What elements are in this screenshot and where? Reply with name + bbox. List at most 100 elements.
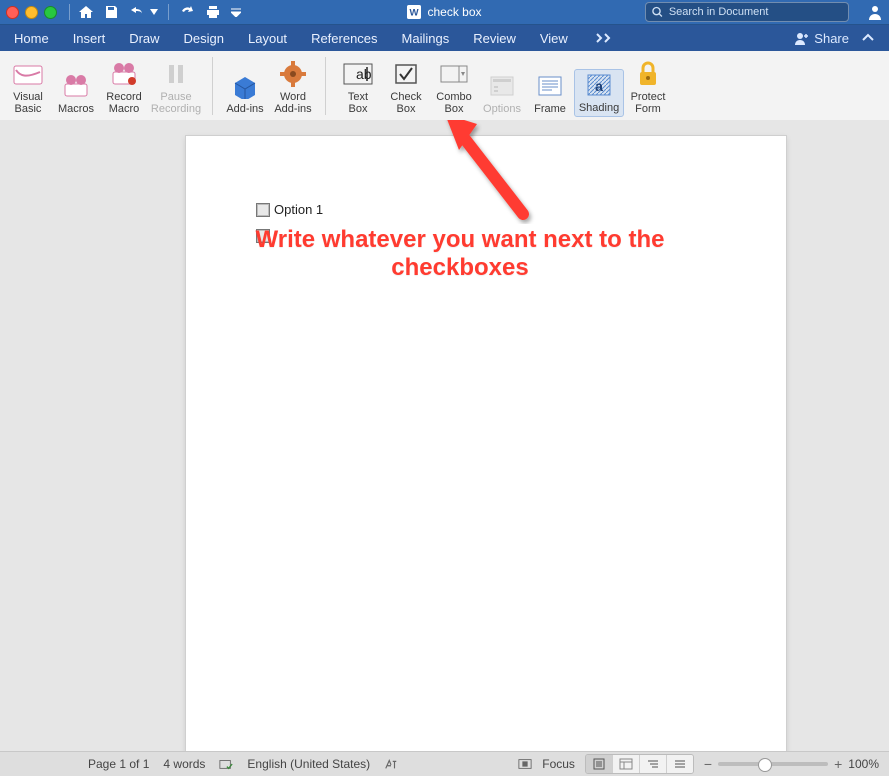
pause-recording-button: Pause Recording <box>148 59 204 117</box>
tab-design[interactable]: Design <box>184 31 224 46</box>
frame-label: Frame <box>534 103 566 115</box>
print-icon[interactable] <box>205 5 221 19</box>
text-box-icon: ab <box>343 59 373 89</box>
word-addins-label: Word Add-ins <box>274 91 311 115</box>
draft-view-icon[interactable] <box>667 755 693 773</box>
shading-button[interactable]: a Shading <box>574 69 624 117</box>
record-macro-icon <box>109 59 139 89</box>
navigation-gutter <box>0 120 78 752</box>
view-mode-switch[interactable] <box>585 754 694 774</box>
word-addins-button[interactable]: Word Add-ins <box>269 59 317 117</box>
qat-customize-icon[interactable] <box>231 7 241 17</box>
window-close-button[interactable] <box>6 6 19 19</box>
visual-basic-button[interactable]: Visual Basic <box>4 59 52 117</box>
word-addins-icon <box>278 59 308 89</box>
accessibility-icon[interactable] <box>384 757 398 771</box>
word-app-icon: W <box>407 5 421 19</box>
search-icon <box>652 6 663 18</box>
search-input[interactable] <box>667 5 842 19</box>
zoom-slider[interactable] <box>718 762 828 766</box>
separator <box>325 57 326 115</box>
record-macro-label: Record Macro <box>106 91 141 115</box>
document-title-text: check box <box>427 5 481 19</box>
combo-box-icon <box>439 59 469 89</box>
status-page[interactable]: Page 1 of 1 <box>88 757 149 771</box>
status-word-count[interactable]: 4 words <box>163 757 205 771</box>
focus-mode-icon[interactable] <box>518 757 532 771</box>
form-checkbox-icon[interactable] <box>256 229 270 243</box>
form-checkbox-line-2[interactable] <box>256 229 716 243</box>
zoom-out-button[interactable]: − <box>704 756 712 772</box>
options-button: Options <box>478 71 526 117</box>
zoom-slider-thumb[interactable] <box>758 758 772 772</box>
macros-icon <box>61 71 91 101</box>
zoom-in-button[interactable]: + <box>834 756 842 772</box>
spellcheck-icon[interactable] <box>219 757 233 771</box>
addins-button[interactable]: Add-ins <box>221 71 269 117</box>
frame-icon <box>535 71 565 101</box>
share-label: Share <box>814 31 849 46</box>
window-zoom-button[interactable] <box>44 6 57 19</box>
combo-box-label: Combo Box <box>436 91 471 115</box>
tab-layout[interactable]: Layout <box>248 31 287 46</box>
undo-icon[interactable] <box>128 5 146 19</box>
tab-review[interactable]: Review <box>473 31 516 46</box>
undo-dropdown-icon[interactable] <box>150 9 158 15</box>
text-box-button[interactable]: ab Text Box <box>334 59 382 117</box>
check-box-button[interactable]: Check Box <box>382 59 430 117</box>
separator <box>212 57 213 115</box>
outline-view-icon[interactable] <box>640 755 667 773</box>
tab-references[interactable]: References <box>311 31 377 46</box>
record-macro-button[interactable]: Record Macro <box>100 59 148 117</box>
pause-recording-label: Pause Recording <box>151 91 201 115</box>
home-icon[interactable] <box>78 5 94 19</box>
visual-basic-label: Visual Basic <box>13 91 43 115</box>
focus-label[interactable]: Focus <box>542 757 575 771</box>
frame-button[interactable]: Frame <box>526 71 574 117</box>
search-in-document[interactable] <box>645 2 849 22</box>
zoom-percent[interactable]: 100% <box>848 757 879 771</box>
tab-insert[interactable]: Insert <box>73 31 106 46</box>
protect-form-icon <box>633 59 663 89</box>
tab-mailings[interactable]: Mailings <box>402 31 450 46</box>
separator <box>168 4 169 20</box>
separator <box>69 4 70 20</box>
shading-icon: a <box>584 70 614 100</box>
options-label: Options <box>483 103 521 115</box>
redo-icon[interactable] <box>179 5 195 19</box>
window-minimize-button[interactable] <box>25 6 38 19</box>
pause-recording-icon <box>161 59 191 89</box>
addins-label: Add-ins <box>226 103 263 115</box>
form-checkbox-icon[interactable] <box>256 203 270 217</box>
document-canvas[interactable]: Option 1 Write whatever you want next to… <box>78 120 889 752</box>
svg-text:W: W <box>410 8 420 19</box>
share-button[interactable]: Share <box>794 31 849 46</box>
tab-view[interactable]: View <box>540 31 568 46</box>
visual-basic-icon <box>13 59 43 89</box>
more-tabs-icon[interactable] <box>596 32 614 44</box>
print-layout-view-icon[interactable] <box>586 755 613 773</box>
protect-form-button[interactable]: Protect Form <box>624 59 672 117</box>
tab-home[interactable]: Home <box>14 31 49 46</box>
collapse-ribbon-icon[interactable] <box>861 31 875 45</box>
macros-button[interactable]: Macros <box>52 71 100 117</box>
status-language[interactable]: English (United States) <box>247 757 370 771</box>
addins-icon <box>230 71 260 101</box>
check-box-label: Check Box <box>390 91 421 115</box>
document-page[interactable]: Option 1 <box>186 136 786 752</box>
save-icon[interactable] <box>104 5 118 19</box>
statusbar-gutter <box>0 751 78 776</box>
svg-text:a: a <box>595 78 603 94</box>
tab-draw[interactable]: Draw <box>129 31 159 46</box>
account-icon[interactable] <box>867 4 883 20</box>
options-icon <box>487 71 517 101</box>
annotation-arrow-icon <box>433 120 543 224</box>
option1-text[interactable]: Option 1 <box>274 202 323 217</box>
protect-form-label: Protect Form <box>631 91 666 115</box>
svg-text:ab: ab <box>356 66 372 82</box>
check-box-icon <box>391 59 421 89</box>
web-layout-view-icon[interactable] <box>613 755 640 773</box>
text-box-label: Text Box <box>348 91 368 115</box>
combo-box-button[interactable]: Combo Box <box>430 59 478 117</box>
shading-label: Shading <box>579 102 619 114</box>
